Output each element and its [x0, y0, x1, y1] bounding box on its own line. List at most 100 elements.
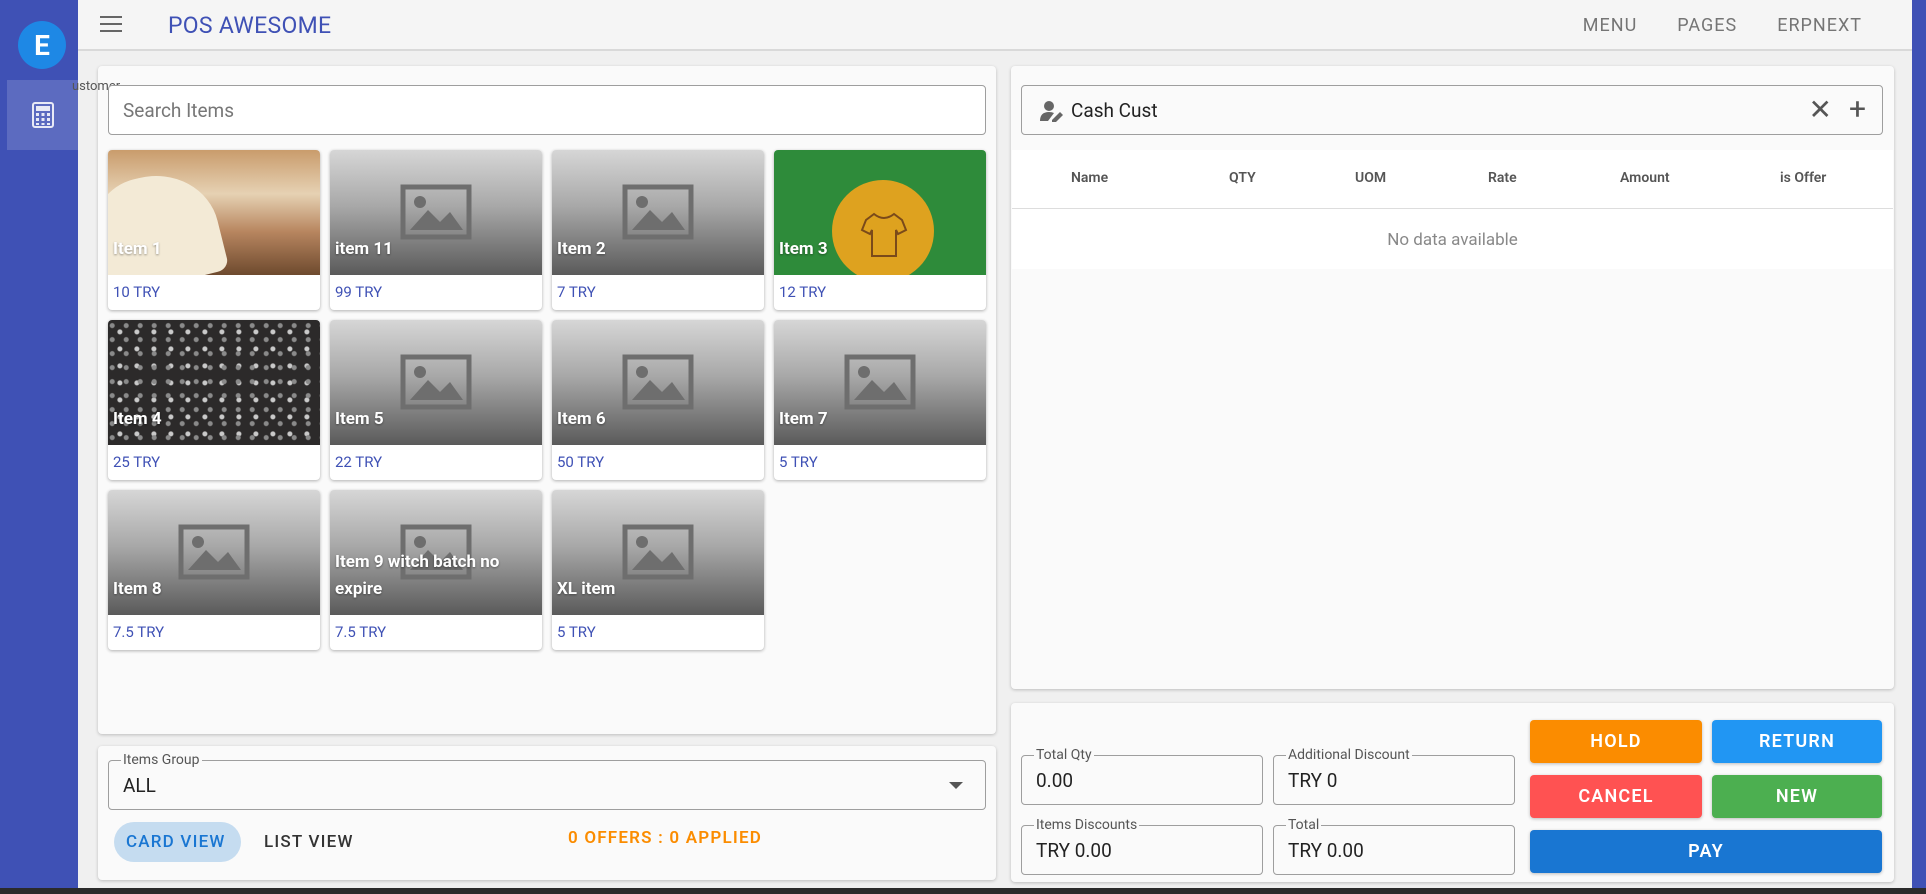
- item-card[interactable]: Item 6 50 TRY: [552, 320, 764, 480]
- item-price: 10 TRY: [113, 283, 161, 301]
- additional-discount-field[interactable]: Additional Discount TRY 0: [1273, 747, 1515, 805]
- new-button[interactable]: NEW: [1712, 775, 1882, 818]
- item-name: Item 2: [557, 239, 606, 259]
- item-price: 7 TRY: [557, 283, 596, 301]
- search-input[interactable]: [109, 86, 985, 134]
- item-name: Item 5: [335, 409, 384, 429]
- item-image: Item 2: [552, 150, 764, 275]
- item-price: 7.5 TRY: [113, 623, 165, 641]
- table-header: Name QTY UOM Rate Amount is Offer: [1012, 150, 1893, 209]
- customer-select[interactable]: Cash Cust ✕ +: [1021, 85, 1883, 135]
- item-card[interactable]: Item 1 10 TRY: [108, 150, 320, 310]
- user-edit-icon: [1040, 101, 1063, 122]
- item-name: Item 1: [113, 239, 162, 259]
- item-name: XL item: [557, 579, 616, 599]
- item-name: Item 7: [779, 409, 828, 429]
- items-discounts-label: Items Discounts: [1034, 817, 1140, 833]
- item-card[interactable]: Item 4 25 TRY: [108, 320, 320, 480]
- item-name: Item 6: [557, 409, 606, 429]
- app-title-part1: POS: [168, 12, 213, 39]
- item-card[interactable]: item 11 99 TRY: [330, 150, 542, 310]
- left-nav-rail: E: [0, 0, 78, 894]
- total-value: TRY 0.00: [1288, 839, 1364, 862]
- item-image: XL item: [552, 490, 764, 615]
- item-card[interactable]: Item 3 12 TRY: [774, 150, 986, 310]
- app-title: POS AWESOME: [168, 12, 331, 39]
- right-edge-bar: [1912, 0, 1926, 894]
- nav-erpnext[interactable]: ERPNEXT: [1757, 15, 1882, 36]
- item-image: Item 5: [330, 320, 542, 445]
- item-name: Item 3: [779, 239, 828, 259]
- card-view-button[interactable]: CARD VIEW: [114, 822, 241, 862]
- item-price: 5 TRY: [779, 453, 818, 471]
- nav-pages[interactable]: PAGES: [1657, 15, 1757, 36]
- logo-letter: E: [34, 28, 50, 62]
- app-title-part2: AWESOME: [218, 12, 332, 39]
- top-app-bar: POS AWESOME MENU PAGES ERPNEXT: [78, 0, 1912, 51]
- column-header[interactable]: QTY: [1229, 170, 1256, 186]
- item-name: item 11: [335, 239, 393, 259]
- item-image: Item 6: [552, 320, 764, 445]
- item-price: 50 TRY: [557, 453, 605, 471]
- item-image: Item 8: [108, 490, 320, 615]
- item-image: Item 1: [108, 150, 320, 275]
- item-name: Item 8: [113, 579, 162, 599]
- menu-toggle-icon[interactable]: [100, 16, 124, 34]
- image-placeholder-icon: [622, 354, 694, 410]
- total-qty-label: Total Qty: [1034, 747, 1094, 763]
- item-card[interactable]: Item 9 witch batch no expire 7.5 TRY: [330, 490, 542, 650]
- item-image: Item 7: [774, 320, 986, 445]
- image-placeholder-icon: [400, 354, 472, 410]
- items-grid: Item 1 10 TRY item 11 99 TRY Item 2 7 TR…: [108, 150, 988, 650]
- add-customer-icon[interactable]: +: [1849, 95, 1866, 125]
- invoice-items-table: Name QTY UOM Rate Amount is Offer No dat…: [1012, 150, 1893, 269]
- total-field: Total TRY 0.00: [1273, 817, 1515, 875]
- total-label: Total: [1286, 817, 1322, 833]
- cancel-button[interactable]: CANCEL: [1530, 775, 1702, 818]
- image-placeholder-icon: [178, 524, 250, 580]
- items-discounts-value: TRY 0.00: [1036, 839, 1112, 862]
- erpnext-logo[interactable]: E: [18, 21, 66, 69]
- additional-discount-label: Additional Discount: [1286, 747, 1412, 763]
- offers-button[interactable]: 0 OFFERS : 0 APPLIED: [568, 828, 762, 848]
- column-header[interactable]: is Offer: [1780, 170, 1826, 186]
- item-card[interactable]: Item 5 22 TRY: [330, 320, 542, 480]
- column-header[interactable]: Amount: [1620, 170, 1670, 186]
- total-qty-value: 0.00: [1036, 769, 1074, 792]
- total-qty-field: Total Qty 0.00: [1021, 747, 1263, 805]
- items-group-select[interactable]: Items Group ALL: [108, 752, 986, 810]
- item-card[interactable]: Item 2 7 TRY: [552, 150, 764, 310]
- clear-customer-icon[interactable]: ✕: [1809, 96, 1832, 124]
- hold-button[interactable]: HOLD: [1530, 720, 1702, 763]
- pos-nav-item[interactable]: [7, 80, 78, 150]
- item-image: Item 4: [108, 320, 320, 445]
- item-image: item 11: [330, 150, 542, 275]
- search-items-field[interactable]: [108, 85, 986, 135]
- item-card[interactable]: Item 7 5 TRY: [774, 320, 986, 480]
- items-group-label: Items Group: [121, 752, 202, 768]
- image-placeholder-icon: [622, 524, 694, 580]
- item-card[interactable]: Item 8 7.5 TRY: [108, 490, 320, 650]
- item-price: 7.5 TRY: [335, 623, 387, 641]
- item-price: 5 TRY: [557, 623, 596, 641]
- item-price: 22 TRY: [335, 453, 383, 471]
- image-placeholder-icon: [844, 354, 916, 410]
- pay-button[interactable]: PAY: [1530, 830, 1882, 873]
- items-discounts-field: Items Discounts TRY 0.00: [1021, 817, 1263, 875]
- column-header[interactable]: Rate: [1488, 170, 1517, 186]
- bottom-edge: [0, 888, 1926, 894]
- nav-menu[interactable]: MENU: [1563, 15, 1657, 36]
- dropdown-caret-icon[interactable]: [949, 782, 963, 789]
- top-nav: MENU PAGES ERPNEXT: [1563, 15, 1882, 36]
- item-image: Item 3: [774, 150, 986, 275]
- item-name: Item 9 witch batch no expire: [335, 552, 500, 599]
- column-header[interactable]: UOM: [1355, 170, 1386, 186]
- item-card[interactable]: XL item 5 TRY: [552, 490, 764, 650]
- column-header[interactable]: Name: [1071, 170, 1108, 186]
- image-placeholder-icon: [400, 184, 472, 240]
- item-image: Item 9 witch batch no expire: [330, 490, 542, 615]
- return-button[interactable]: RETURN: [1712, 720, 1882, 763]
- empty-table-message: No data available: [1387, 230, 1518, 250]
- list-view-button[interactable]: LIST VIEW: [252, 822, 382, 862]
- item-price: 25 TRY: [113, 453, 161, 471]
